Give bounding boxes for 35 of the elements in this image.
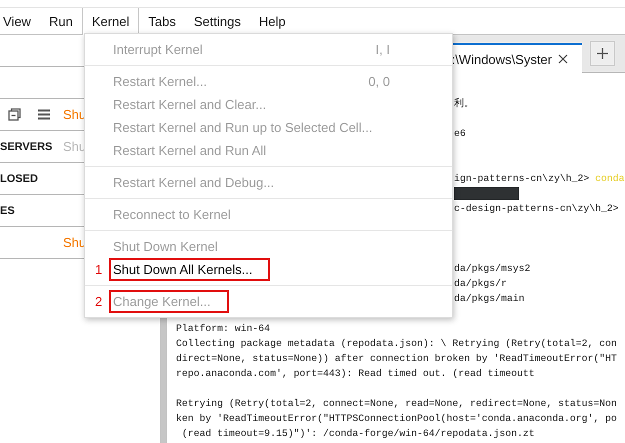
terminal-line: ign-patterns-cn\zy\h_2>: [454, 173, 590, 184]
menu-icon[interactable]: [38, 109, 50, 120]
menu-bar-item[interactable]: Tabs: [139, 8, 185, 34]
terminal-line: e6: [454, 128, 466, 139]
terminal-line: ken by 'ReadTimeoutError("HTTPSConnectionPool(host='conda.anaconda.org', po: [176, 413, 617, 424]
terminal-line: da/pkgs/r: [454, 278, 507, 289]
terminal-line: 利。: [454, 98, 474, 109]
annotation-number: 1: [95, 262, 102, 277]
menu-bar-item[interactable]: Kernel: [82, 8, 140, 35]
shortcut-text: I, I: [376, 42, 390, 57]
terminal-line: repo.anaconda.com', port=443): Read timed out. (read timeoutt: [176, 368, 535, 379]
menu-bar-item[interactable]: Help: [250, 8, 295, 34]
menu-bar-item[interactable]: Settings: [184, 8, 250, 34]
menu-bar-item[interactable]: Run: [40, 8, 82, 34]
terminal-command: conda: [595, 173, 625, 184]
section-title: LOSED: [0, 172, 39, 184]
section-title: ES: [0, 204, 16, 216]
menu-bar-item[interactable]: View: [0, 8, 40, 34]
terminal-line: Collecting package metadata (repodata.json): \ Retrying (Retry(total=2, con: [176, 338, 617, 349]
redacted-block: [454, 186, 519, 200]
plus-icon: [597, 48, 608, 59]
terminal-line: da/pkgs/main: [454, 293, 525, 304]
menu-item[interactable]: Shut Down All Kernels...: [109, 258, 270, 281]
new-tab-button[interactable]: [590, 41, 615, 66]
terminal-line: da/pkgs/msys2: [454, 263, 530, 274]
annotation-number: 2: [95, 294, 102, 309]
section-title: SERVERS: [0, 140, 54, 152]
terminal-line: Platform: win-64: [176, 323, 270, 334]
shortcut-text: 0, 0: [368, 74, 390, 89]
copy-icon[interactable]: [8, 108, 21, 121]
terminal-line: Retrying (Retry(total=2, connect=None, read=None, redirect=None, status=Non: [176, 398, 617, 409]
terminal-line: c-design-patterns-cn\zy\h_2>: [454, 203, 619, 214]
close-icon[interactable]: [558, 54, 568, 64]
terminal-line: direct=None, status=None)) after connection broken by 'ReadTimeoutError("HT: [176, 353, 617, 364]
terminal-line: (read timeout=9.15)")': /conda-forge/win-64/repodata.json.zt: [180, 428, 535, 439]
